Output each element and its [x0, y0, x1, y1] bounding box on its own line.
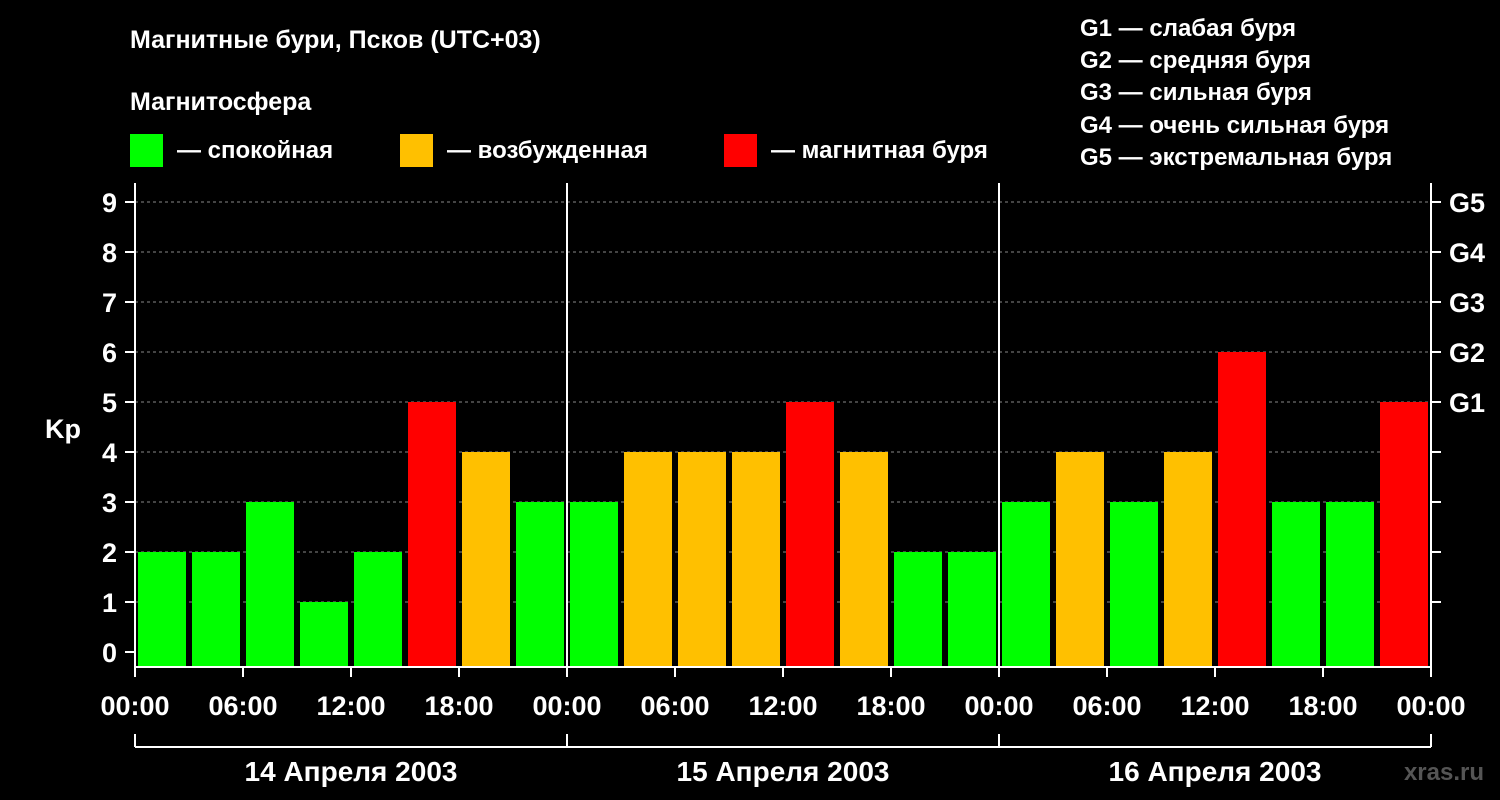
legend-heading: Магнитосфера — [130, 88, 312, 116]
kp-chart: Магнитные бури, Псков (UTC+03) Магнитосф… — [45, 15, 1485, 787]
y-tick-label-1: 1 — [102, 588, 117, 618]
x-tick-label-5: 06:00 — [640, 691, 709, 721]
y-tick-label-7: 7 — [102, 288, 117, 318]
watermark: xras.ru — [1404, 759, 1484, 786]
g-scale-g1: G1 — слабая буря — [1080, 15, 1296, 42]
g-level-label-g4: G4 — [1449, 238, 1485, 268]
day-label-2: 15 Апреля 2003 — [677, 756, 890, 787]
g-level-label-g3: G3 — [1449, 288, 1485, 318]
bar-8 — [516, 502, 564, 667]
bar-17 — [1002, 502, 1050, 667]
bar-7 — [462, 452, 510, 667]
day-label-3: 16 Апреля 2003 — [1109, 756, 1322, 787]
g-level-label-g2: G2 — [1449, 338, 1485, 368]
x-tick-label-7: 18:00 — [856, 691, 925, 721]
y-tick-label-0: 0 — [102, 638, 117, 668]
x-tick-label-8: 00:00 — [964, 691, 1033, 721]
y-tick-label-6: 6 — [102, 338, 117, 368]
g-scale-g4: G4 — очень сильная буря — [1080, 112, 1389, 139]
bar-5 — [354, 552, 402, 667]
bar-20 — [1164, 452, 1212, 667]
g-scale-g2: G2 — средняя буря — [1080, 47, 1311, 74]
legend-swatch-quiet — [130, 134, 163, 167]
g-level-label-g1: G1 — [1449, 388, 1485, 418]
bar-2 — [192, 552, 240, 667]
bar-12 — [732, 452, 780, 667]
g-scale-g5: G5 — экстремальная буря — [1080, 144, 1392, 171]
x-tick-label-9: 06:00 — [1072, 691, 1141, 721]
g-scale-g3: G3 — сильная буря — [1080, 79, 1312, 106]
bar-10 — [624, 452, 672, 667]
y-tick-label-4: 4 — [102, 438, 117, 468]
bar-21 — [1218, 352, 1266, 667]
legend-label-quiet: — спокойная — [177, 137, 333, 164]
y-tick-label-2: 2 — [102, 538, 117, 568]
x-tick-label-10: 12:00 — [1180, 691, 1249, 721]
y-tick-label-5: 5 — [102, 388, 117, 418]
chart-title: Магнитные бури, Псков (UTC+03) — [130, 26, 541, 54]
x-tick-label-0: 00:00 — [100, 691, 169, 721]
bar-9 — [570, 502, 618, 667]
bar-19 — [1110, 502, 1158, 667]
x-tick-label-11: 18:00 — [1288, 691, 1357, 721]
legend-swatch-active — [400, 134, 433, 167]
y-tick-label-9: 9 — [102, 188, 117, 218]
x-tick-label-6: 12:00 — [748, 691, 817, 721]
legend-label-active: — возбужденная — [447, 137, 648, 164]
bar-16 — [948, 552, 996, 667]
bar-13 — [786, 402, 834, 667]
bar-1 — [138, 552, 186, 667]
x-tick-label-1: 06:00 — [208, 691, 277, 721]
x-tick-label-2: 12:00 — [316, 691, 385, 721]
x-tick-label-3: 18:00 — [424, 691, 493, 721]
bar-6 — [408, 402, 456, 667]
bar-18 — [1056, 452, 1104, 667]
y-axis-label: Kp — [45, 414, 81, 444]
bar-24 — [1380, 402, 1428, 667]
bar-11 — [678, 452, 726, 667]
bar-23 — [1326, 502, 1374, 667]
bar-22 — [1272, 502, 1320, 667]
bar-4 — [300, 602, 348, 667]
bar-14 — [840, 452, 888, 667]
legend-label-storm: — магнитная буря — [771, 137, 988, 164]
y-tick-label-3: 3 — [102, 488, 117, 518]
x-tick-label-12: 00:00 — [1396, 691, 1465, 721]
bar-3 — [246, 502, 294, 667]
x-tick-label-4: 00:00 — [532, 691, 601, 721]
y-tick-label-8: 8 — [102, 238, 117, 268]
day-label-1: 14 Апреля 2003 — [245, 756, 458, 787]
legend-swatch-storm — [724, 134, 757, 167]
bar-15 — [894, 552, 942, 667]
g-level-label-g5: G5 — [1449, 188, 1485, 218]
